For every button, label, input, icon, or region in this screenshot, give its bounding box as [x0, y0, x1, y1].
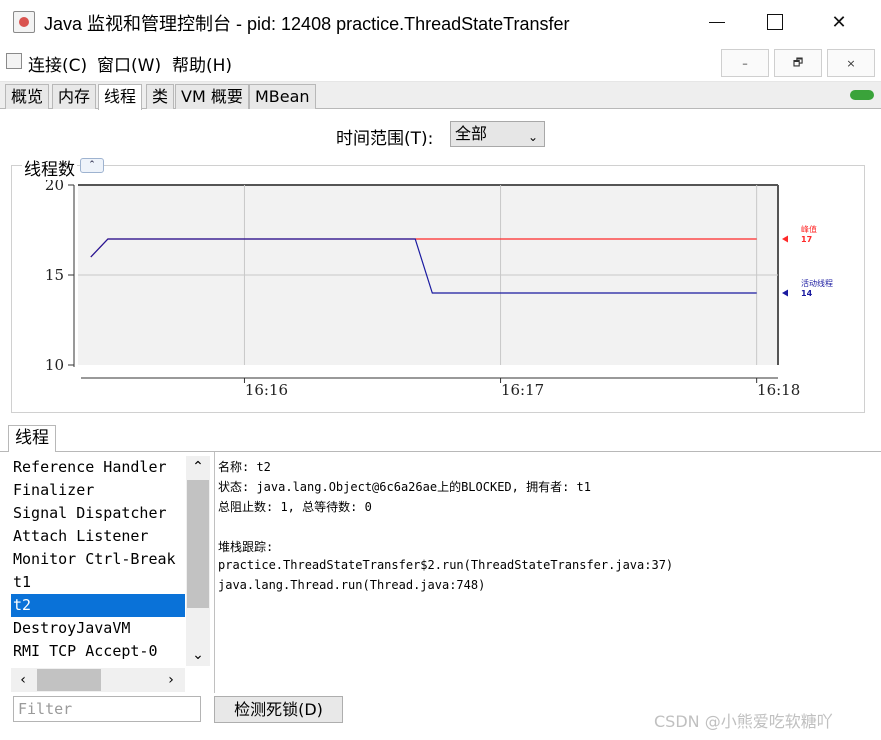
scroll-thumb[interactable]	[37, 669, 101, 691]
tab-mbean[interactable]: MBean	[249, 84, 316, 109]
time-range-label: 时间范围(T):	[336, 129, 434, 149]
connection-status-icon	[850, 90, 874, 100]
series-marker	[782, 289, 788, 297]
thread-list[interactable]: Reference Handler Finalizer Signal Dispatc…	[11, 456, 185, 664]
scroll-left-icon[interactable]: ‹	[13, 668, 33, 692]
scroll-up-icon[interactable]: ⌃	[186, 456, 210, 478]
maximize-icon	[767, 14, 783, 30]
thread-list-item[interactable]: Monitor Ctrl-Break	[11, 548, 185, 571]
legend-series-value: 14	[801, 289, 813, 298]
window-title: Java 监视和管理控制台 - pid: 12408 practice.Thre…	[44, 14, 570, 34]
x-tick-label: 16:18	[757, 381, 800, 399]
time-range-select[interactable]: 全部 ⌄	[450, 121, 545, 147]
thread-filter-input[interactable]	[13, 696, 201, 722]
thread-list-item[interactable]: DestroyJavaVM	[11, 617, 185, 640]
series-marker	[782, 235, 788, 243]
stack-frame: practice.ThreadStateTransfer$2.run(Threa…	[218, 558, 674, 572]
thread-detail-panel: 名称: t2 状态: java.lang.Object@6c6a26ae上的BL…	[214, 452, 867, 693]
thread-list-item[interactable]: t2	[11, 594, 185, 617]
minimize-button[interactable]	[688, 0, 746, 44]
thread-counts-line: 总阻止数: 1, 总等待数: 0	[218, 500, 372, 514]
tab-memory[interactable]: 内存	[52, 84, 97, 109]
document-icon	[6, 53, 22, 69]
menu-connect[interactable]: 连接(C)	[28, 51, 87, 76]
scroll-thumb[interactable]	[187, 480, 209, 608]
thread-list-item[interactable]: Reference Handler	[11, 456, 185, 479]
y-tick-label: 15	[45, 266, 64, 284]
tab-thread-list[interactable]: 线程	[8, 425, 56, 452]
chart-title: 线程数	[22, 155, 77, 180]
internal-close-button[interactable]: ×	[827, 49, 875, 77]
thread-list-item[interactable]: Signal Dispatcher	[11, 502, 185, 525]
legend: 峰值17 活动线程14	[782, 224, 833, 298]
title-bar: Java 监视和管理控制台 - pid: 12408 practice.Thre…	[0, 0, 881, 44]
minimize-icon	[709, 21, 725, 23]
tab-vm-summary[interactable]: VM 概要	[175, 84, 249, 109]
thread-state-line: 状态: java.lang.Object@6c6a26ae上的BLOCKED, …	[218, 480, 591, 494]
menu-window[interactable]: 窗口(W)	[97, 51, 161, 76]
thread-name-line: 名称: t2	[218, 460, 271, 474]
maximize-button[interactable]	[746, 0, 804, 44]
thread-list-item[interactable]: t1	[11, 571, 185, 594]
collapse-toggle-button[interactable]: ⌃	[80, 158, 104, 173]
scroll-right-icon[interactable]: ›	[161, 668, 181, 692]
time-range-value: 全部	[455, 124, 488, 143]
thread-count-chart: 20151016:16 16:17 16:18 峰值17活动线程14	[45, 176, 833, 399]
chevron-down-icon: ⌄	[527, 130, 538, 144]
vertical-scrollbar[interactable]: ⌃ ⌄	[186, 456, 210, 666]
thread-list-item[interactable]: Attach Listener	[11, 525, 185, 548]
x-tick-label: 16:16	[245, 381, 288, 399]
menu-help[interactable]: 帮助(H)	[172, 51, 232, 76]
thread-list-item[interactable]: Finalizer	[11, 479, 185, 502]
legend-series-value: 17	[801, 235, 812, 244]
legend-series-name: 峰值	[801, 224, 817, 234]
scroll-down-icon[interactable]: ⌄	[186, 644, 210, 666]
tab-overview[interactable]: 概览	[5, 84, 50, 109]
detect-deadlock-button[interactable]: 检测死锁(D)	[214, 696, 343, 723]
tab-bar: 概览 内存 线程 类 VM 概要 MBean	[0, 82, 881, 110]
tab-classes[interactable]: 类	[146, 84, 175, 109]
x-tick-label: 16:17	[501, 381, 544, 399]
legend-series-name: 活动线程	[801, 278, 833, 288]
java-app-icon	[13, 11, 35, 33]
menu-bar: 连接(C) 窗口(W) 帮助(H) – 🗗 ×	[0, 44, 881, 82]
internal-restore-button[interactable]: 🗗	[774, 49, 822, 77]
stack-frame: java.lang.Thread.run(Thread.java:748)	[218, 578, 486, 592]
stack-trace-title: 堆栈跟踪:	[218, 540, 274, 554]
close-button[interactable]: ✕	[810, 0, 868, 44]
tab-threads[interactable]: 线程	[98, 84, 143, 110]
threads-tabstrip: 线程	[0, 424, 881, 452]
horizontal-scrollbar[interactable]: ‹ ›	[11, 668, 185, 692]
thread-list-item[interactable]: RMI TCP Accept-0	[11, 640, 185, 663]
close-icon: ✕	[831, 11, 847, 33]
watermark: CSDN @小熊爱吃软糖吖	[654, 712, 833, 731]
y-tick-label: 10	[45, 356, 64, 374]
internal-minimize-button[interactable]: –	[721, 49, 769, 77]
